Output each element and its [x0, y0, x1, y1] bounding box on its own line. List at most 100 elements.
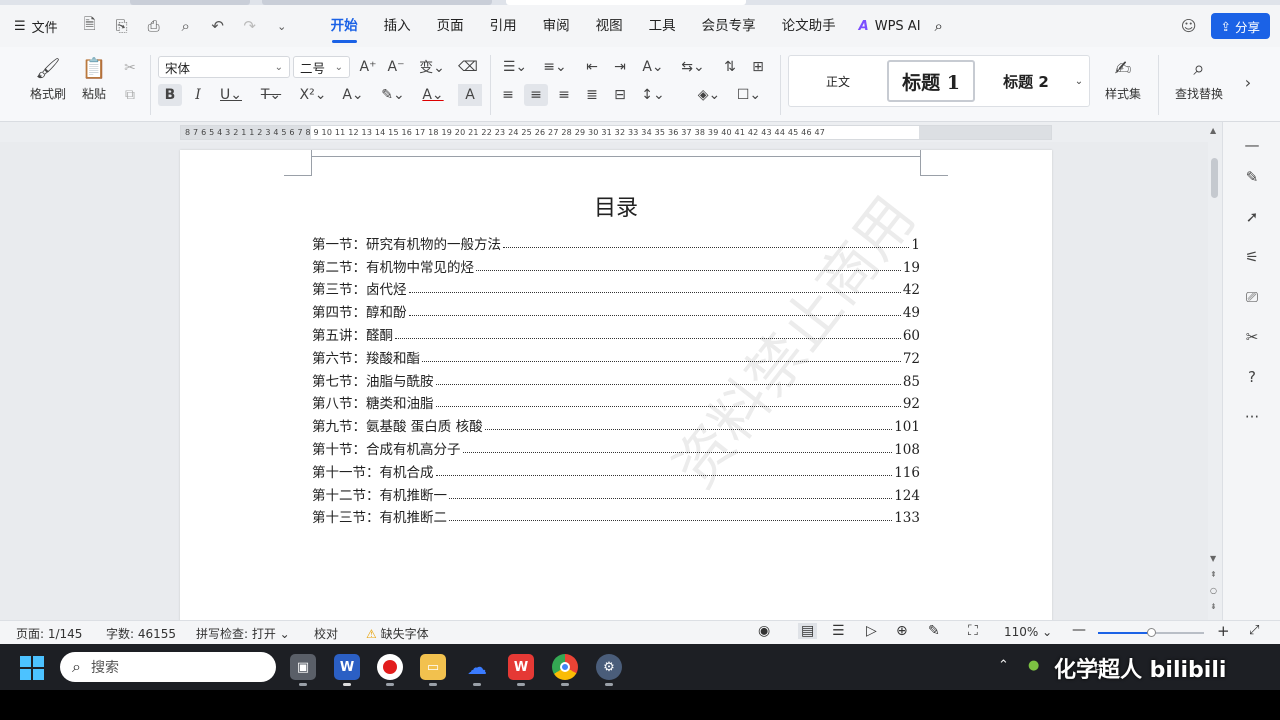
wps-ai-button[interactable]: A WPS AI ⌕ — [849, 17, 953, 35]
style-gallery-expand-icon[interactable]: ⌄ — [1071, 70, 1087, 92]
print-icon[interactable]: ⎙ — [144, 17, 164, 35]
format-painter-button[interactable]: 🖌 格式刷 — [22, 57, 74, 102]
style-set-button[interactable]: ✍ 样式集 — [1094, 57, 1152, 102]
toc-entry[interactable]: 第十三节：有机推断二 133 — [312, 504, 920, 526]
zoom-out-icon[interactable]: — — [1072, 622, 1086, 638]
phonetic-guide-icon[interactable]: 变⌄ — [416, 56, 448, 78]
chat-icon[interactable]: ☺ — [1181, 17, 1197, 35]
toc-entry[interactable]: 第十一节：有机合成 116 — [312, 458, 920, 481]
windows-start-icon[interactable] — [20, 656, 44, 680]
italic-icon[interactable]: I — [186, 84, 210, 106]
font-name-select[interactable]: 宋体 ⌄ — [158, 56, 290, 78]
line-spacing-icon[interactable]: ↕⌄ — [638, 84, 668, 106]
character-shading-icon[interactable]: A — [458, 84, 482, 106]
increase-indent-icon[interactable]: ⇥ — [608, 56, 632, 78]
tray-expand-icon[interactable]: ⌃ — [998, 658, 1009, 673]
search-icon[interactable]: ⌕ — [935, 17, 943, 35]
eye-protection-icon[interactable]: ◉ — [758, 623, 770, 639]
pen-icon[interactable]: ✎ — [1241, 166, 1263, 188]
zoom-level[interactable]: 110% ⌄ — [1004, 625, 1052, 639]
toc-entry[interactable]: 第一节：研究有机物的一般方法 1 — [312, 230, 920, 253]
wps-office-icon[interactable]: W — [508, 654, 534, 686]
toc-entry[interactable]: 第三节：卤代烃 42 — [312, 276, 920, 298]
next-page-icon[interactable]: ⇟ — [1210, 602, 1217, 611]
fit-window-icon[interactable]: ⛶ — [968, 623, 978, 639]
scroll-down-icon[interactable]: ▼ — [1210, 554, 1216, 563]
toc-entry[interactable]: 第九节：氨基酸 蛋白质 核酸 101 — [312, 412, 920, 435]
outline-view-icon[interactable]: ☰ — [832, 623, 845, 639]
chevron-right-icon[interactable]: › — [1236, 71, 1260, 93]
settings-gear-icon[interactable]: ⚙ — [596, 654, 622, 686]
spellcheck-toggle[interactable]: 拼写检查: 打开 ⌄ — [196, 625, 290, 642]
tools-icon[interactable]: ✂ — [1241, 326, 1263, 348]
web-view-icon[interactable]: ⊕ — [896, 623, 908, 639]
show-marks-icon[interactable]: ⊞ — [746, 56, 770, 78]
swap-icon[interactable]: ⇆⌄ — [678, 56, 708, 78]
bullets-icon[interactable]: ☰⌄ — [500, 56, 530, 78]
clear-format-icon[interactable]: ⌫ — [456, 56, 480, 78]
toc-entry[interactable]: 第八节：糖类和油脂 92 — [312, 390, 920, 412]
more-icon[interactable]: ··· — [1241, 406, 1263, 428]
text-direction-icon[interactable]: A⌄ — [638, 56, 668, 78]
font-size-select[interactable]: 二号 ⌄ — [293, 56, 350, 78]
underline-icon[interactable]: U⌄ — [216, 84, 246, 106]
decrease-indent-icon[interactable]: ⇤ — [580, 56, 604, 78]
sort-icon[interactable]: ⇅ — [718, 56, 742, 78]
toc-entry[interactable]: 第五讲：醛酮 60 — [312, 321, 920, 344]
align-center-icon[interactable]: ≡ — [524, 84, 548, 106]
adjust-icon[interactable]: ⚟ — [1241, 246, 1263, 268]
align-left-icon[interactable]: ≡ — [496, 84, 520, 106]
scroll-up-icon[interactable]: ▲ — [1210, 126, 1216, 135]
tab-home[interactable]: 开始 — [318, 5, 371, 47]
scrollbar-thumb[interactable] — [1211, 158, 1218, 198]
style-normal[interactable]: 正文 — [797, 60, 879, 102]
share-button[interactable]: ⇪ 分享 — [1210, 13, 1270, 39]
font-color-icon[interactable]: A⌄ — [418, 84, 448, 106]
highlight-icon[interactable]: ✎⌄ — [378, 84, 408, 106]
chrome-icon[interactable] — [552, 654, 578, 686]
zoom-slider-knob[interactable] — [1147, 628, 1156, 637]
cut-icon[interactable]: ✂ — [118, 57, 142, 79]
text-effect-icon[interactable]: A⌄ — [338, 84, 368, 106]
print-preview-icon[interactable]: ⌕ — [176, 17, 196, 35]
tab-page[interactable]: 页面 — [424, 5, 477, 47]
bold-icon[interactable]: B — [158, 84, 182, 106]
word-count[interactable]: 字数: 46155 — [106, 625, 176, 642]
redo-icon[interactable]: ↷ — [240, 17, 260, 35]
copy-icon[interactable]: ⧉ — [118, 84, 142, 106]
numbering-icon[interactable]: ≡⌄ — [540, 56, 570, 78]
collapse-icon[interactable]: — — [1241, 134, 1263, 156]
task-view-icon[interactable]: ▣ — [290, 654, 316, 686]
quick-access-dropdown-icon[interactable]: ⌄ — [272, 20, 292, 33]
help-icon[interactable]: ? — [1241, 366, 1263, 388]
toc-entry[interactable]: 第十二节：有机推断一 124 — [312, 481, 920, 504]
border-icon[interactable]: ☐⌄ — [734, 84, 764, 106]
page-indicator[interactable]: 页面: 1/145 — [16, 625, 82, 642]
tab-review[interactable]: 审阅 — [530, 5, 583, 47]
document-page[interactable]: 资料禁止商用 目录 第一节：研究有机物的一般方法 1 第二节：有机物中常见的烃 19… — [180, 150, 1052, 620]
toc-entry[interactable]: 第十节：合成有机高分子 108 — [312, 435, 920, 458]
distributed-icon[interactable]: ⊟ — [608, 84, 632, 106]
tray-app-icon[interactable]: ● — [1028, 658, 1039, 673]
tab-insert[interactable]: 插入 — [371, 5, 424, 47]
select-browse-icon[interactable]: ○ — [1210, 586, 1217, 595]
shading-icon[interactable]: ◈⌄ — [694, 84, 724, 106]
export-icon[interactable]: ⎘ — [112, 17, 132, 35]
zoom-in-icon[interactable]: + — [1217, 622, 1230, 640]
paste-button[interactable]: 📋 粘贴 — [72, 57, 116, 102]
fullscreen-icon[interactable]: ⤢ — [1249, 623, 1259, 638]
horizontal-ruler[interactable]: 8 7 6 5 4 3 2 1 1 2 3 4 5 6 7 8 9 10 11 … — [180, 125, 1052, 140]
taskbar-search[interactable]: ⌕ 搜索 — [60, 652, 276, 682]
align-right-icon[interactable]: ≡ — [552, 84, 576, 106]
prev-page-icon[interactable]: ⇞ — [1210, 570, 1217, 579]
tab-paper-assistant[interactable]: 论文助手 — [769, 5, 849, 47]
wps-writer-icon[interactable]: W — [334, 654, 360, 686]
style-heading-1[interactable]: 标题 1 — [887, 60, 975, 102]
undo-icon[interactable]: ↶ — [208, 17, 228, 35]
missing-font-button[interactable]: ⚠ 缺失字体 — [366, 625, 429, 642]
strikethrough-icon[interactable]: T⌄ — [256, 84, 286, 106]
file-menu[interactable]: ☰ 文件 — [14, 17, 58, 36]
tab-member[interactable]: 会员专享 — [689, 5, 769, 47]
record-icon[interactable] — [377, 654, 403, 686]
increase-font-icon[interactable]: A⁺ — [356, 56, 380, 78]
